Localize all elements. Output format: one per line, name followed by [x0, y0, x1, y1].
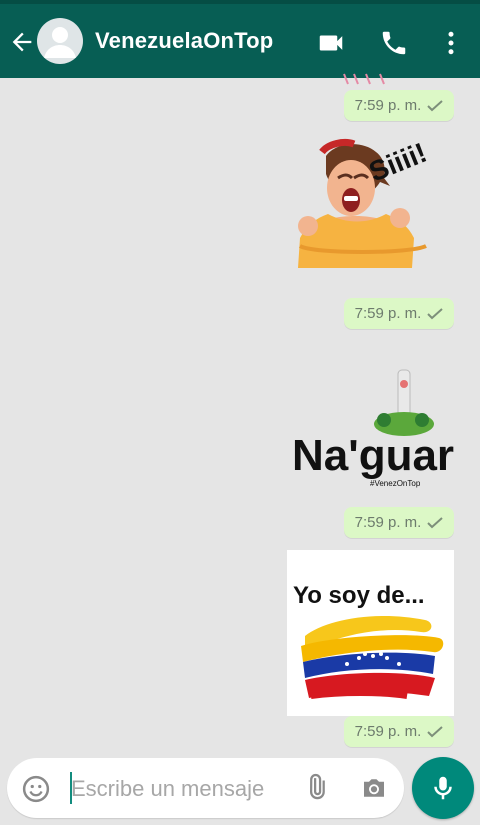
- message-timestamp: 7:59 p. m.: [344, 90, 454, 121]
- default-avatar-icon: [44, 27, 76, 58]
- attach-icon[interactable]: [301, 772, 331, 802]
- message-composer[interactable]: Escribe un mensaje: [7, 758, 404, 818]
- back-arrow-icon[interactable]: [8, 28, 36, 56]
- sticker-naguara[interactable]: Na'guará #VenezOnTop: [288, 364, 454, 504]
- sticker-siii[interactable]: Siiii!: [288, 134, 454, 300]
- chat-header: VenezuelaOnTop: [0, 4, 480, 78]
- contact-name[interactable]: VenezuelaOnTop: [95, 28, 273, 54]
- venezuela-flag-splash: [301, 615, 444, 699]
- timestamp-text: 7:59 p. m.: [354, 723, 422, 740]
- sent-check-icon: [427, 99, 444, 111]
- message-input[interactable]: Escribe un mensaje: [71, 776, 264, 802]
- sticker-text: Siiii!: [365, 137, 431, 188]
- emoji-icon[interactable]: [21, 774, 51, 804]
- sent-check-icon: [427, 516, 444, 528]
- video-call-icon[interactable]: [316, 28, 346, 58]
- sent-check-icon: [427, 307, 444, 319]
- phone-icon[interactable]: [379, 28, 409, 58]
- svg-text:#VenezOnTop: #VenezOnTop: [370, 479, 421, 488]
- chat-area[interactable]: 7:59 p. m. Siiii! 7:59 p. m. Na'guará #V…: [0, 73, 480, 748]
- timestamp-text: 7:59 p. m.: [354, 305, 422, 322]
- message-timestamp: 7:59 p. m.: [344, 716, 454, 747]
- sticker-text: Na'guará: [292, 431, 454, 480]
- sent-check-icon: [427, 725, 444, 737]
- timestamp-text: 7:59 p. m.: [354, 514, 422, 531]
- more-vert-icon[interactable]: [436, 28, 466, 58]
- cropped-sticker: [343, 73, 385, 85]
- mic-icon: [434, 776, 452, 800]
- sticker-yo-soy-de[interactable]: Yo soy de...: [287, 550, 454, 716]
- voice-message-button[interactable]: [412, 757, 474, 819]
- message-timestamp: 7:59 p. m.: [344, 298, 454, 329]
- message-timestamp: 7:59 p. m.: [344, 507, 454, 538]
- avatar[interactable]: [37, 18, 83, 64]
- timestamp-text: 7:59 p. m.: [354, 97, 422, 114]
- camera-icon[interactable]: [359, 773, 389, 803]
